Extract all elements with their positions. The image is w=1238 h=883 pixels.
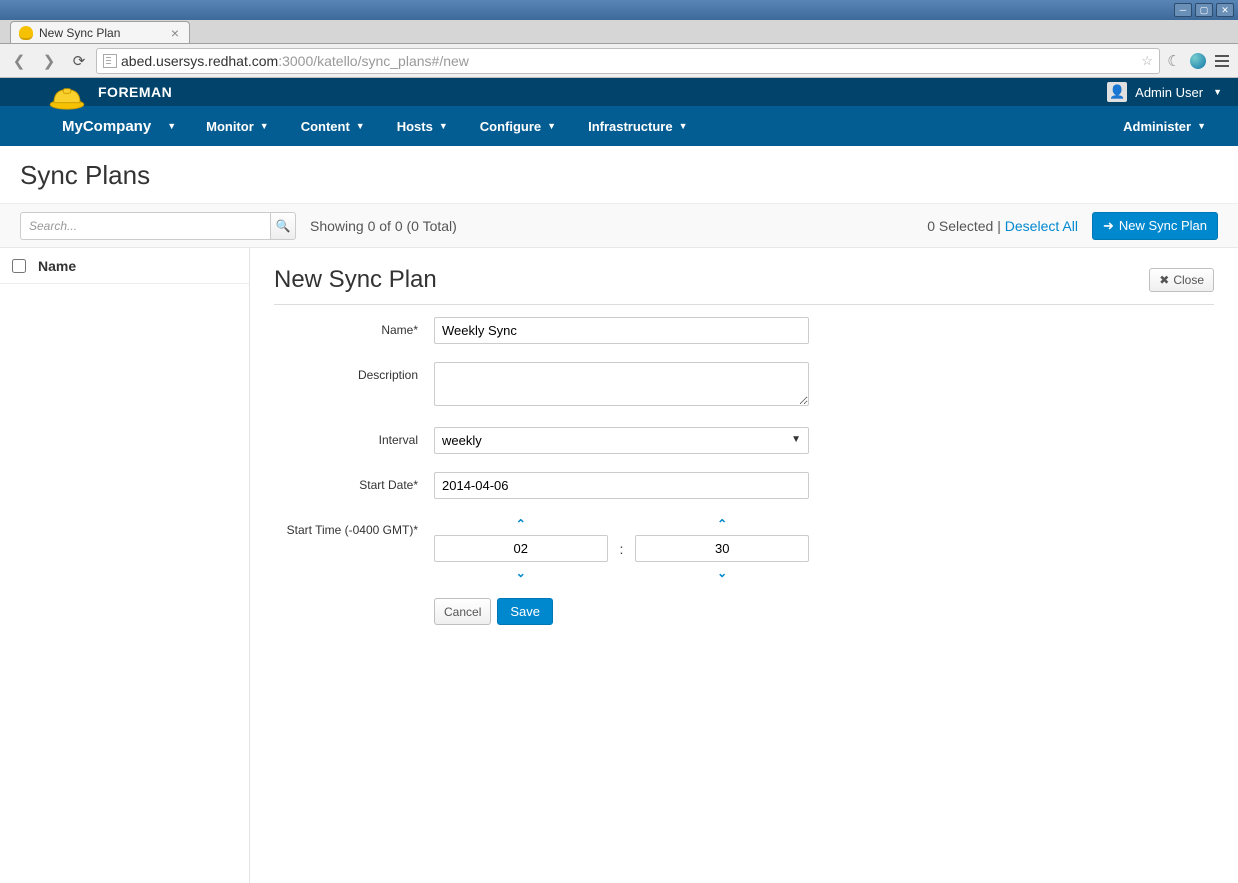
cancel-button[interactable]: Cancel <box>434 598 491 625</box>
search-group: 🔍 <box>20 212 296 240</box>
description-field[interactable] <box>434 362 809 406</box>
extension-globe-icon[interactable] <box>1188 51 1208 71</box>
page-icon <box>103 54 117 68</box>
detail-title: New Sync Plan <box>274 266 437 294</box>
tab-favicon-icon <box>19 26 33 40</box>
bookmark-star-icon[interactable]: ☆ <box>1141 53 1153 69</box>
label-start-date: Start Date* <box>274 472 434 492</box>
page-title-bar: Sync Plans <box>0 146 1238 204</box>
label-interval: Interval <box>274 427 434 447</box>
browser-tab-strip: New Sync Plan × <box>0 20 1238 44</box>
save-button[interactable]: Save <box>497 598 553 625</box>
close-button[interactable]: ✖ Close <box>1149 268 1214 292</box>
list-header: Name <box>0 248 249 284</box>
user-avatar-icon: 👤 <box>1107 82 1127 102</box>
page-title: Sync Plans <box>20 160 1218 191</box>
window-minimize-button[interactable]: ─ <box>1174 3 1192 17</box>
browser-toolbar: ❮ ❯ ⟳ abed.usersys.redhat.com:3000/katel… <box>0 44 1238 78</box>
start-date-field[interactable] <box>434 472 809 499</box>
window-close-button[interactable]: ✕ <box>1216 3 1234 17</box>
signin-icon: ➜ <box>1103 218 1114 234</box>
select-all-checkbox[interactable] <box>12 259 26 273</box>
window-titlebar: ─ ▢ ✕ <box>0 0 1238 20</box>
foreman-logo-icon <box>48 84 86 112</box>
hour-down-button[interactable]: ⌄ <box>516 566 526 580</box>
selected-count: 0 Selected | Deselect All <box>927 218 1078 234</box>
caret-down-icon: ▼ <box>1213 87 1222 97</box>
time-separator: : <box>618 541 626 557</box>
nav-monitor[interactable]: Monitor▼ <box>190 106 285 146</box>
caret-down-icon: ▼ <box>167 121 176 131</box>
nav-reload-button[interactable]: ⟳ <box>66 48 92 74</box>
nav-infrastructure[interactable]: Infrastructure▼ <box>572 106 703 146</box>
url-bar[interactable]: abed.usersys.redhat.com:3000/katello/syn… <box>96 48 1160 74</box>
action-bar: 🔍 Showing 0 of 0 (0 Total) 0 Selected | … <box>0 204 1238 248</box>
brand-bar: FOREMAN 👤 Admin User ▼ <box>0 78 1238 106</box>
label-name: Name* <box>274 317 434 337</box>
search-input[interactable] <box>20 212 270 240</box>
detail-pane: New Sync Plan ✖ Close Name* Description <box>250 248 1238 883</box>
interval-select[interactable]: weekly <box>434 427 809 454</box>
brand-name: FOREMAN <box>98 84 172 100</box>
list-column-name: Name <box>38 258 76 274</box>
tab-close-icon[interactable]: × <box>171 25 179 41</box>
browser-menu-button[interactable] <box>1212 51 1232 71</box>
time-picker: ⌃ ⌄ : ⌃ ⌄ <box>434 517 809 580</box>
label-description: Description <box>274 362 434 382</box>
search-button[interactable]: 🔍 <box>270 212 296 240</box>
minute-field[interactable] <box>635 535 809 562</box>
nav-back-button[interactable]: ❮ <box>6 48 32 74</box>
minute-up-button[interactable]: ⌃ <box>717 517 727 531</box>
nav-configure[interactable]: Configure▼ <box>464 106 572 146</box>
main-nav: MyCompany ▼ Monitor▼ Content▼ Hosts▼ Con… <box>0 106 1238 146</box>
extension-moon-icon[interactable]: ☾ <box>1164 51 1184 71</box>
nav-administer[interactable]: Administer▼ <box>1107 106 1222 146</box>
url-text: abed.usersys.redhat.com:3000/katello/syn… <box>121 53 1137 69</box>
hour-up-button[interactable]: ⌃ <box>516 517 526 531</box>
nav-hosts[interactable]: Hosts▼ <box>381 106 464 146</box>
browser-tab[interactable]: New Sync Plan × <box>10 21 190 43</box>
user-label: Admin User <box>1135 85 1203 100</box>
nav-content[interactable]: Content▼ <box>285 106 381 146</box>
hour-field[interactable] <box>434 535 608 562</box>
close-icon: ✖ <box>1159 273 1169 287</box>
items-list-pane: Name <box>0 248 250 883</box>
minute-down-button[interactable]: ⌄ <box>717 566 727 580</box>
window-maximize-button[interactable]: ▢ <box>1195 3 1213 17</box>
showing-count: Showing 0 of 0 (0 Total) <box>310 218 457 234</box>
new-sync-plan-button[interactable]: ➜ New Sync Plan <box>1092 212 1218 240</box>
deselect-all-link[interactable]: Deselect All <box>1005 218 1078 234</box>
tab-title: New Sync Plan <box>39 26 120 40</box>
label-start-time: Start Time (-0400 GMT)* <box>274 517 434 537</box>
name-field[interactable] <box>434 317 809 344</box>
user-menu[interactable]: 👤 Admin User ▼ <box>1107 82 1222 102</box>
nav-forward-button[interactable]: ❯ <box>36 48 62 74</box>
